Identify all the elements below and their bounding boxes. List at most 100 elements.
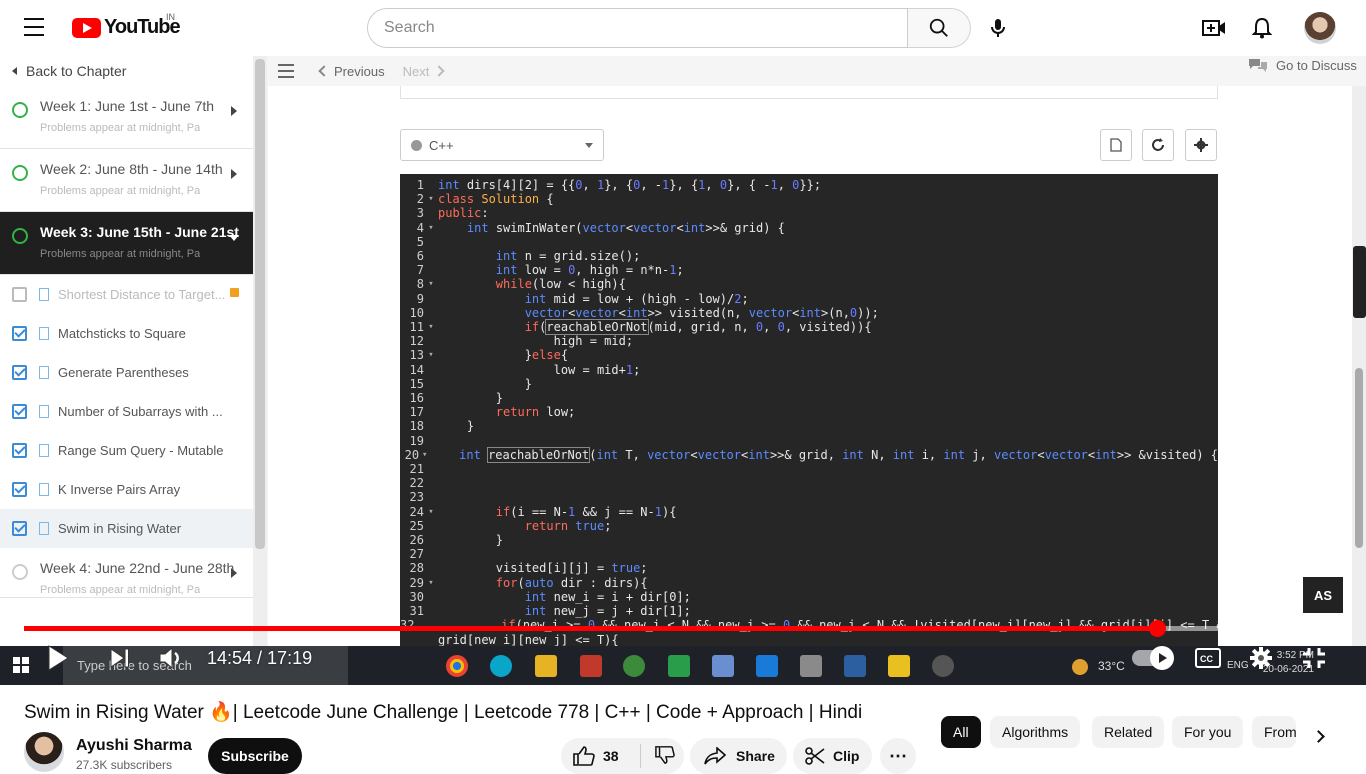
problem-item[interactable]: Shortest Distance to Target...: [0, 275, 253, 314]
fold-arrow-icon[interactable]: [424, 476, 438, 490]
clip-button[interactable]: Clip: [793, 738, 872, 774]
fold-arrow-icon[interactable]: ▾: [424, 576, 438, 590]
problem-checkbox[interactable]: [12, 326, 27, 341]
problem-checkbox[interactable]: [12, 443, 27, 458]
sidebar-scrollbar[interactable]: [253, 56, 267, 646]
notifications-button[interactable]: [1248, 14, 1276, 42]
page-scrollbar[interactable]: [1352, 86, 1366, 646]
settings-button[interactable]: [1245, 642, 1277, 674]
fold-arrow-icon[interactable]: [424, 206, 438, 220]
back-to-chapter-link[interactable]: Back to Chapter: [0, 56, 253, 86]
problem-item[interactable]: Matchsticks to Square: [0, 314, 253, 353]
week-item[interactable]: Week 1: June 1st - June 7th Problems app…: [0, 86, 253, 149]
fold-arrow-icon[interactable]: [424, 334, 438, 348]
fold-arrow-icon[interactable]: ▾: [424, 348, 438, 362]
problem-checkbox[interactable]: [12, 404, 27, 419]
voice-search-button[interactable]: [984, 14, 1012, 42]
week-item[interactable]: Week 2: June 8th - June 14th Problems ap…: [0, 149, 253, 212]
fold-arrow-icon[interactable]: [424, 604, 438, 618]
problem-item[interactable]: Range Sum Query - Mutable: [0, 431, 253, 470]
fold-arrow-icon[interactable]: [424, 249, 438, 263]
fold-arrow-icon[interactable]: [424, 590, 438, 604]
scrollbar-thumb[interactable]: [255, 59, 265, 549]
fold-arrow-icon[interactable]: [424, 292, 438, 306]
language-select[interactable]: C++: [400, 129, 604, 161]
chip-related[interactable]: Related: [1092, 716, 1165, 748]
settings-button[interactable]: [1185, 129, 1217, 161]
week-item-active[interactable]: Week 3: June 15th - June 21st Problems a…: [0, 212, 253, 275]
fold-arrow-icon[interactable]: [424, 263, 438, 277]
like-button[interactable]: 38: [561, 744, 641, 768]
share-button[interactable]: Share: [690, 738, 787, 774]
fold-arrow-icon[interactable]: [424, 391, 438, 405]
fold-arrow-icon[interactable]: [424, 462, 438, 476]
channel-avatar[interactable]: [24, 732, 64, 772]
problem-item[interactable]: Generate Parentheses: [0, 353, 253, 392]
problem-checkbox[interactable]: [12, 365, 27, 380]
scrollbar-thumb[interactable]: [1355, 368, 1363, 548]
video-player[interactable]: Back to Chapter Week 1: June 1st - June …: [0, 56, 1366, 685]
country-code: IN: [166, 12, 175, 22]
go-to-discuss-link[interactable]: Go to Discuss: [1248, 57, 1357, 73]
fold-arrow-icon[interactable]: [424, 306, 438, 320]
problem-item[interactable]: K Inverse Pairs Array: [0, 470, 253, 509]
problem-checkbox[interactable]: [12, 482, 27, 497]
help-icon: [411, 139, 422, 151]
youtube-logo[interactable]: YouTube: [72, 16, 181, 39]
fold-arrow-icon[interactable]: ▾: [424, 320, 438, 334]
file-button[interactable]: [1100, 129, 1132, 161]
fold-arrow-icon[interactable]: [424, 178, 438, 192]
chip-from[interactable]: From: [1252, 716, 1296, 748]
fold-arrow-icon[interactable]: [424, 434, 438, 448]
code-editor[interactable]: 1 int dirs[4][2] = {{0, 1}, {0, -1}, {1, …: [400, 174, 1218, 646]
fold-arrow-icon[interactable]: [424, 490, 438, 504]
next-video-button[interactable]: [104, 642, 136, 674]
chips-next-button[interactable]: [1306, 724, 1330, 748]
subtitles-button[interactable]: CC: [1192, 642, 1224, 674]
autoplay-toggle[interactable]: [1132, 646, 1174, 670]
volume-button[interactable]: [156, 642, 188, 674]
fold-arrow-icon[interactable]: ▾: [424, 505, 438, 519]
channel-name[interactable]: Ayushi Sharma: [76, 737, 192, 755]
fold-arrow-icon[interactable]: [424, 419, 438, 433]
chip-for-you[interactable]: For you: [1172, 716, 1244, 748]
fold-arrow-icon[interactable]: [424, 519, 438, 533]
problem-checkbox[interactable]: [12, 521, 27, 536]
exit-fullscreen-button[interactable]: [1298, 642, 1330, 674]
fold-arrow-icon[interactable]: ▾: [424, 192, 438, 206]
list-icon[interactable]: [278, 64, 294, 78]
menu-icon[interactable]: [24, 18, 48, 38]
problem-item[interactable]: Number of Subarrays with ...: [0, 392, 253, 431]
fold-arrow-icon[interactable]: [424, 405, 438, 419]
code-line: 20 ▾ int reachableOrNot(int T, vector<vec…: [400, 446, 1218, 463]
problem-item-selected[interactable]: Swim in Rising Water: [0, 509, 253, 548]
reset-button[interactable]: [1142, 129, 1174, 161]
dislike-button[interactable]: [641, 745, 675, 768]
fold-arrow-icon[interactable]: [424, 547, 438, 561]
account-avatar[interactable]: [1304, 12, 1336, 44]
search-input[interactable]: [367, 8, 908, 48]
subscribe-button[interactable]: Subscribe: [208, 738, 302, 774]
search-button[interactable]: [908, 8, 971, 48]
fold-arrow-icon[interactable]: ▾: [424, 221, 438, 235]
problem-checkbox[interactable]: [12, 287, 27, 302]
progress-bar[interactable]: [24, 620, 1342, 637]
fold-arrow-icon[interactable]: [424, 235, 438, 249]
next-button[interactable]: Next: [403, 64, 430, 79]
fold-arrow-icon[interactable]: [424, 363, 438, 377]
fold-arrow-icon[interactable]: [424, 533, 438, 547]
fold-arrow-icon[interactable]: [424, 377, 438, 391]
previous-button[interactable]: Previous: [334, 64, 385, 79]
fold-arrow-icon[interactable]: [424, 561, 438, 575]
chip-all[interactable]: All: [941, 716, 981, 748]
create-button[interactable]: [1200, 14, 1228, 42]
fold-arrow-icon[interactable]: ▾: [419, 448, 430, 462]
week-item[interactable]: Week 4: June 22nd - June 28th Problems a…: [0, 548, 253, 598]
code-line: 3 public:: [400, 206, 1218, 220]
fold-arrow-icon[interactable]: ▾: [424, 277, 438, 291]
screenrec-widget[interactable]: [1353, 246, 1366, 318]
more-actions-button[interactable]: ⋯: [880, 738, 916, 774]
play-button[interactable]: [42, 642, 74, 674]
chip-algorithms[interactable]: Algorithms: [990, 716, 1081, 748]
document-icon: [39, 327, 49, 340]
